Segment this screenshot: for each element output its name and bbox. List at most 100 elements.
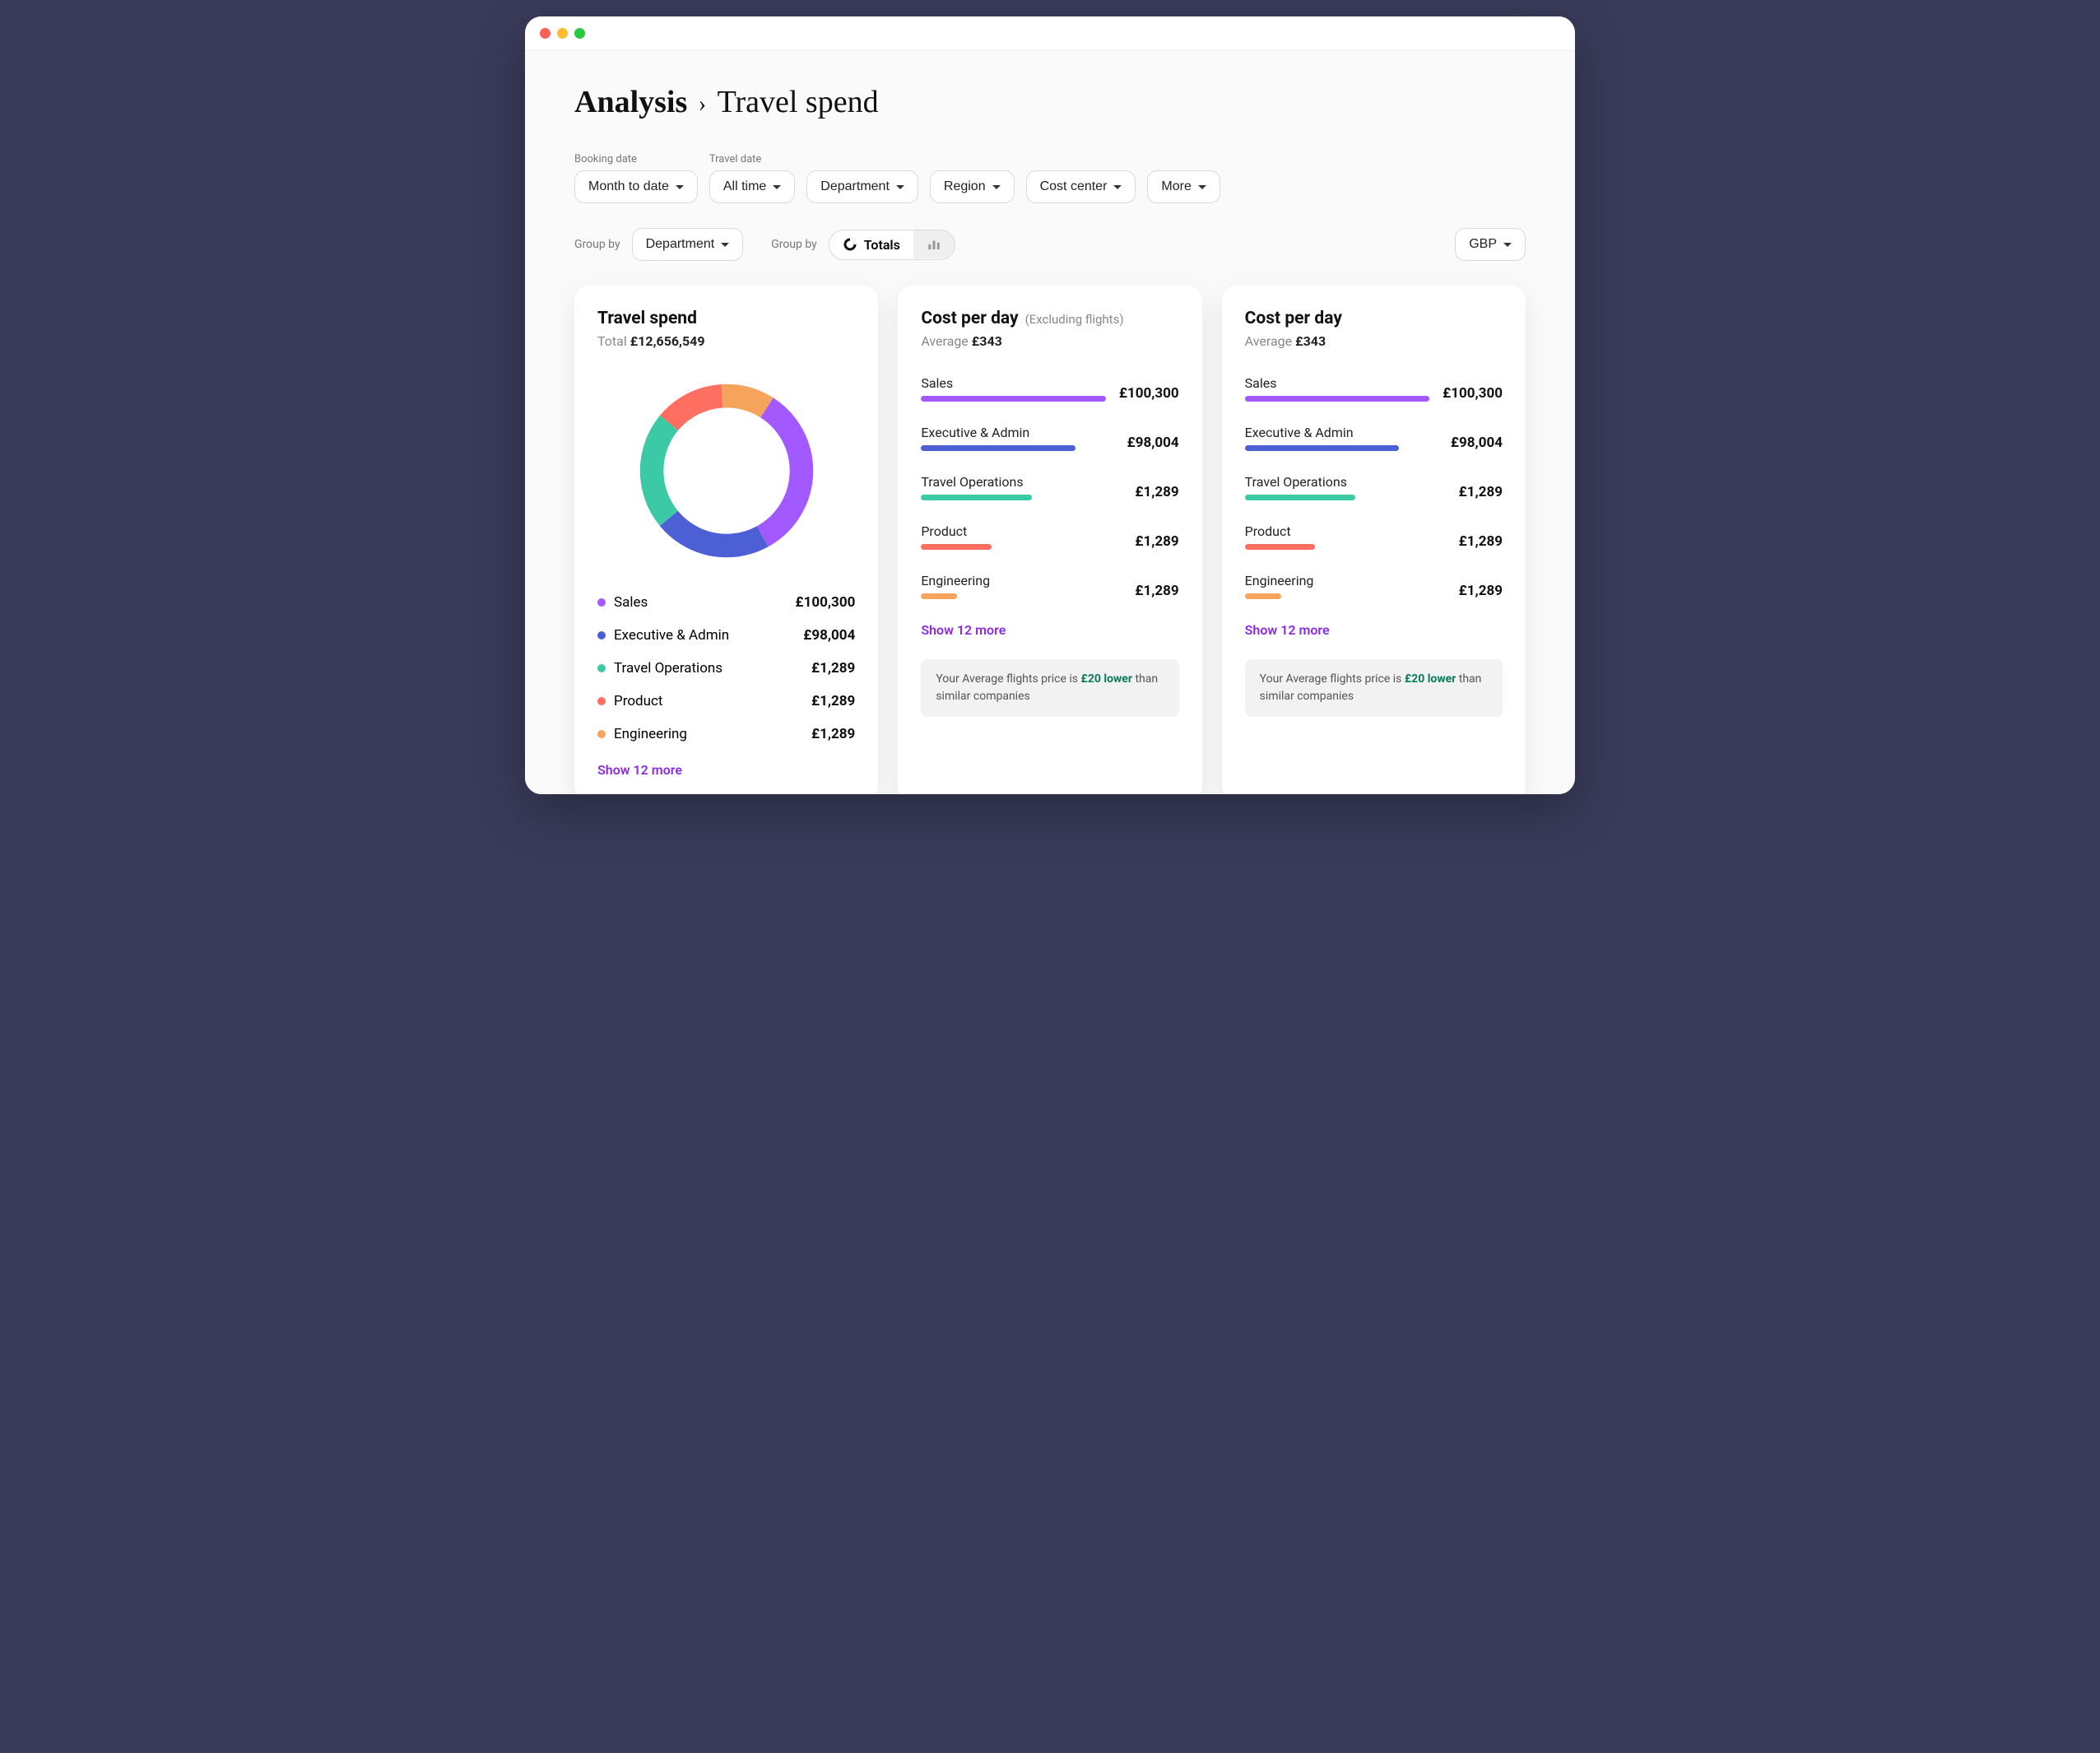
info-text: Your Average flights price is <box>1260 672 1405 686</box>
legend-dot-icon <box>597 598 606 607</box>
filter-value: Cost center <box>1040 179 1108 194</box>
filter-label: Travel date <box>709 153 795 165</box>
more-filter[interactable]: More <box>1147 170 1220 203</box>
bar-fill <box>1245 495 1355 500</box>
group-by-value: Department <box>646 237 715 252</box>
card-title: Cost per day <box>1245 309 1503 328</box>
group-by-label: Group by <box>574 238 620 251</box>
department-filter[interactable]: Department <box>806 170 918 203</box>
info-text: Your Average flights price is <box>936 672 1080 686</box>
breadcrumb-leaf: Travel spend <box>718 85 879 119</box>
avg-value: £343 <box>1295 333 1326 349</box>
bar-fill <box>921 593 957 599</box>
chevron-down-icon <box>992 185 1001 189</box>
booking-date-select[interactable]: Month to date <box>574 170 698 203</box>
bar-fill <box>1245 544 1315 550</box>
bar-row: Travel Operations £1,289 <box>921 463 1178 512</box>
bar-label: Sales <box>1245 375 1430 391</box>
legend-label: Engineering <box>614 726 687 742</box>
filter-value: Department <box>820 179 890 194</box>
chevron-down-icon <box>721 243 729 247</box>
legend-dot-icon <box>597 730 606 738</box>
close-icon[interactable] <box>540 28 551 39</box>
maximize-icon[interactable] <box>574 28 585 39</box>
travel-date-select[interactable]: All time <box>709 170 795 203</box>
avg-value: £343 <box>972 333 1002 349</box>
card-cpd-ex-flights: Cost per day (Excluding flights) Average… <box>898 286 1201 794</box>
bar-row: Executive & Admin£98,004 <box>1245 413 1503 463</box>
bar-label: Sales <box>921 375 1106 391</box>
bar-label: Travel Operations <box>1245 474 1446 490</box>
breadcrumb: Analysis › Travel spend <box>574 84 1526 120</box>
view-toggle: Totals <box>829 230 955 260</box>
bar-value: £100,300 <box>1119 385 1179 402</box>
bar-fill <box>921 445 1075 451</box>
card-subtitle: Average £343 <box>921 333 1178 349</box>
app-window: Analysis › Travel spend Booking date Mon… <box>525 16 1575 794</box>
legend-label: Executive & Admin <box>614 627 729 644</box>
legend-dot-icon <box>597 664 606 672</box>
show-more-link[interactable]: Show 12 more <box>921 622 1006 638</box>
legend-value: £100,300 <box>796 594 856 611</box>
bar-value: £1,289 <box>1135 583 1178 599</box>
filters-row: Booking date Month to date Travel date A… <box>574 153 1526 203</box>
bar-label: Executive & Admin <box>921 425 1113 440</box>
legend-value: £1,289 <box>811 693 855 709</box>
bar-value: £98,004 <box>1451 435 1503 451</box>
donut-segment <box>652 396 801 546</box>
titlebar <box>525 16 1575 51</box>
view-totals-button[interactable]: Totals <box>829 230 913 259</box>
legend-label: Sales <box>614 594 648 611</box>
bars: Sales £100,300 Executive & Admin £98,004 Tra… <box>921 364 1178 611</box>
bar-row: Engineering£1,289 <box>1245 561 1503 611</box>
cost-center-filter[interactable]: Cost center <box>1026 170 1136 203</box>
filter-booking-date: Booking date Month to date <box>574 153 698 203</box>
bar-value: £98,004 <box>1127 435 1179 451</box>
legend-label: Product <box>614 693 662 709</box>
breadcrumb-sep-icon: › <box>695 91 709 117</box>
group-by-select[interactable]: Department <box>632 228 744 261</box>
bar-fill <box>1245 396 1430 402</box>
bar-label: Engineering <box>1245 573 1446 588</box>
bar-row: Executive & Admin £98,004 <box>921 413 1178 463</box>
bar-fill <box>1245 445 1399 451</box>
title-subtext: (Excluding flights) <box>1025 312 1124 327</box>
legend-label: Travel Operations <box>614 660 722 677</box>
card-title: Travel spend <box>597 309 855 328</box>
legend-value: £1,289 <box>811 726 855 742</box>
bar-row: Engineering £1,289 <box>921 561 1178 611</box>
info-highlight: £20 lower <box>1405 672 1456 686</box>
view-label: Group by <box>771 238 817 251</box>
filter-value: All time <box>723 179 766 194</box>
minimize-icon[interactable] <box>557 28 568 39</box>
chevron-down-icon <box>1113 185 1122 189</box>
card-cpd: Cost per day Average £343 Sales£100,300E… <box>1222 286 1526 794</box>
bar-row: Product£1,289 <box>1245 512 1503 561</box>
legend-row: Engineering £1,289 <box>597 718 855 751</box>
currency-value: GBP <box>1469 237 1497 252</box>
bar-row: Sales £100,300 <box>921 364 1178 413</box>
bars: Sales£100,300Executive & Admin£98,004Tra… <box>1245 364 1503 611</box>
bar-label: Engineering <box>921 573 1122 588</box>
chevron-down-icon <box>676 185 684 189</box>
show-more-link[interactable]: Show 12 more <box>597 762 682 778</box>
bar-label: Travel Operations <box>921 474 1122 490</box>
total-label: Total <box>597 333 627 349</box>
chevron-down-icon <box>1503 243 1512 247</box>
filter-label: Booking date <box>574 153 698 165</box>
view-chart-button[interactable] <box>913 230 955 258</box>
legend-row: Product £1,289 <box>597 685 855 718</box>
bar-fill <box>921 544 991 550</box>
show-more-link[interactable]: Show 12 more <box>1245 622 1330 638</box>
currency-select[interactable]: GBP <box>1455 228 1526 261</box>
legend-value: £98,004 <box>803 627 855 644</box>
legend-row: Travel Operations£1,289 <box>597 652 855 685</box>
legend-row: Sales £100,300 <box>597 586 855 619</box>
breadcrumb-root[interactable]: Analysis <box>574 85 687 119</box>
region-filter[interactable]: Region <box>930 170 1015 203</box>
benchmark-info: Your Average flights price is £20 lower … <box>921 659 1178 717</box>
bar-value: £1,289 <box>1135 484 1178 500</box>
filter-value: More <box>1161 179 1191 194</box>
title-text: Cost per day <box>921 309 1018 328</box>
cards: Travel spend Total £12,656,549 Sales£100… <box>574 286 1526 794</box>
